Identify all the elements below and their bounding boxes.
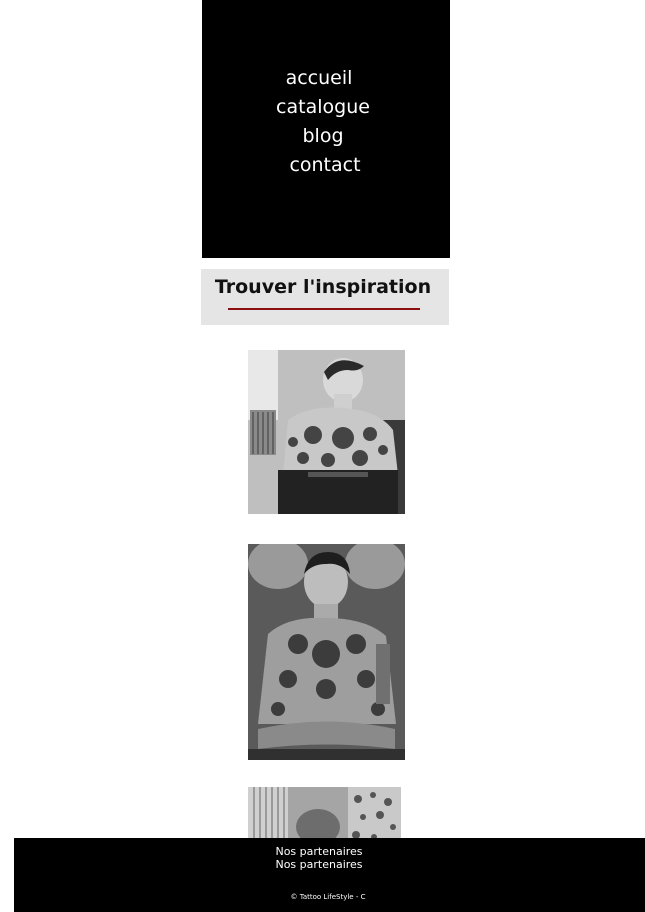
nav-link-contact[interactable]: contact — [202, 151, 450, 180]
inspiration-header: Trouver l'inspiration — [201, 269, 449, 325]
copyright-text: © Tattoo LifeStyle - C — [290, 893, 366, 901]
partners-list: Nos partenaires Nos partenaires — [14, 845, 624, 871]
tattooed-man-portrait-photo-icon — [248, 544, 405, 760]
nav-link-catalogue[interactable]: catalogue — [202, 93, 450, 122]
main-navigation: accueil catalogue blog contact — [202, 0, 450, 258]
partners-link-1[interactable]: Nos partenaires — [14, 845, 624, 858]
partners-link-2[interactable]: Nos partenaires — [14, 858, 624, 871]
gallery-photo-2[interactable] — [248, 544, 405, 760]
nav-list: accueil catalogue blog contact — [202, 64, 450, 180]
nav-link-blog[interactable]: blog — [202, 122, 450, 151]
gallery-photo-1[interactable] — [248, 350, 405, 514]
page-title: Trouver l'inspiration — [214, 276, 432, 298]
tattooed-man-profile-photo-icon — [248, 350, 405, 514]
page: accueil catalogue blog contact Trouver l… — [0, 0, 645, 912]
nav-link-accueil[interactable]: accueil — [202, 64, 450, 93]
footer: Nos partenaires Nos partenaires © Tattoo… — [14, 838, 645, 912]
title-underline — [228, 308, 420, 310]
